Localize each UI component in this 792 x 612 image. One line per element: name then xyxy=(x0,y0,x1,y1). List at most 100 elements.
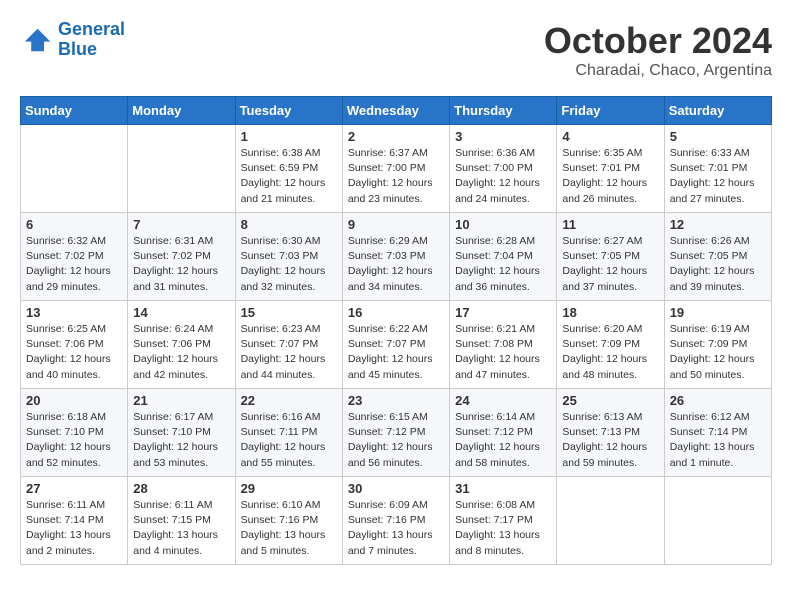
day-info: Sunrise: 6:11 AM Sunset: 7:14 PM Dayligh… xyxy=(26,498,122,559)
logo-line1: General xyxy=(58,19,125,39)
day-number: 12 xyxy=(670,217,766,232)
day-info: Sunrise: 6:18 AM Sunset: 7:10 PM Dayligh… xyxy=(26,410,122,471)
day-info: Sunrise: 6:08 AM Sunset: 7:17 PM Dayligh… xyxy=(455,498,551,559)
day-number: 11 xyxy=(562,217,658,232)
day-info: Sunrise: 6:30 AM Sunset: 7:03 PM Dayligh… xyxy=(241,234,337,295)
week-row-2: 13 Sunrise: 6:25 AM Sunset: 7:06 PM Dayli… xyxy=(21,301,772,389)
calendar-cell: 10 Sunrise: 6:28 AM Sunset: 7:04 PM Dayli… xyxy=(450,213,557,301)
calendar-cell: 21 Sunrise: 6:17 AM Sunset: 7:10 PM Dayli… xyxy=(128,389,235,477)
day-number: 4 xyxy=(562,129,658,144)
day-info: Sunrise: 6:20 AM Sunset: 7:09 PM Dayligh… xyxy=(562,322,658,383)
day-info: Sunrise: 6:24 AM Sunset: 7:06 PM Dayligh… xyxy=(133,322,229,383)
week-row-1: 6 Sunrise: 6:32 AM Sunset: 7:02 PM Daylig… xyxy=(21,213,772,301)
calendar-table: SundayMondayTuesdayWednesdayThursdayFrid… xyxy=(20,96,772,565)
day-number: 25 xyxy=(562,393,658,408)
week-row-4: 27 Sunrise: 6:11 AM Sunset: 7:14 PM Dayli… xyxy=(21,477,772,565)
calendar-cell xyxy=(557,477,664,565)
day-info: Sunrise: 6:19 AM Sunset: 7:09 PM Dayligh… xyxy=(670,322,766,383)
day-number: 18 xyxy=(562,305,658,320)
calendar-body: 1 Sunrise: 6:38 AM Sunset: 6:59 PM Daylig… xyxy=(21,125,772,565)
day-number: 6 xyxy=(26,217,122,232)
calendar-cell: 19 Sunrise: 6:19 AM Sunset: 7:09 PM Dayli… xyxy=(664,301,771,389)
week-row-0: 1 Sunrise: 6:38 AM Sunset: 6:59 PM Daylig… xyxy=(21,125,772,213)
calendar-cell: 31 Sunrise: 6:08 AM Sunset: 7:17 PM Dayli… xyxy=(450,477,557,565)
day-info: Sunrise: 6:25 AM Sunset: 7:06 PM Dayligh… xyxy=(26,322,122,383)
month-title: October 2024 xyxy=(544,20,772,62)
week-row-3: 20 Sunrise: 6:18 AM Sunset: 7:10 PM Dayli… xyxy=(21,389,772,477)
header-day-friday: Friday xyxy=(557,97,664,125)
calendar-cell: 14Sunrise: 6:24 AM Sunset: 7:06 PM Dayli… xyxy=(128,301,235,389)
location-subtitle: Charadai, Chaco, Argentina xyxy=(544,62,772,80)
logo-icon xyxy=(20,24,52,56)
day-number: 7 xyxy=(133,217,229,232)
day-info: Sunrise: 6:26 AM Sunset: 7:05 PM Dayligh… xyxy=(670,234,766,295)
day-number: 5 xyxy=(670,129,766,144)
calendar-cell: 17 Sunrise: 6:21 AM Sunset: 7:08 PM Dayli… xyxy=(450,301,557,389)
calendar-cell: 27 Sunrise: 6:11 AM Sunset: 7:14 PM Dayli… xyxy=(21,477,128,565)
calendar-cell: 7 Sunrise: 6:31 AM Sunset: 7:02 PM Daylig… xyxy=(128,213,235,301)
calendar-cell: 1 Sunrise: 6:38 AM Sunset: 6:59 PM Daylig… xyxy=(235,125,342,213)
day-info: Sunrise: 6:33 AM Sunset: 7:01 PM Dayligh… xyxy=(670,146,766,207)
day-number: 30 xyxy=(348,481,444,496)
calendar-cell: 16Sunrise: 6:22 AM Sunset: 7:07 PM Dayli… xyxy=(342,301,449,389)
day-number: 2 xyxy=(348,129,444,144)
calendar-cell: 25 Sunrise: 6:13 AM Sunset: 7:13 PM Dayli… xyxy=(557,389,664,477)
calendar-cell: 9 Sunrise: 6:29 AM Sunset: 7:03 PM Daylig… xyxy=(342,213,449,301)
day-info: Sunrise: 6:17 AM Sunset: 7:10 PM Dayligh… xyxy=(133,410,229,471)
calendar-cell: 22Sunrise: 6:16 AM Sunset: 7:11 PM Dayli… xyxy=(235,389,342,477)
day-number: 13 xyxy=(26,305,122,320)
header-day-tuesday: Tuesday xyxy=(235,97,342,125)
calendar-cell: 20 Sunrise: 6:18 AM Sunset: 7:10 PM Dayli… xyxy=(21,389,128,477)
day-info: Sunrise: 6:29 AM Sunset: 7:03 PM Dayligh… xyxy=(348,234,444,295)
day-info: Sunrise: 6:31 AM Sunset: 7:02 PM Dayligh… xyxy=(133,234,229,295)
header-day-sunday: Sunday xyxy=(21,97,128,125)
day-number: 19 xyxy=(670,305,766,320)
header-day-saturday: Saturday xyxy=(664,97,771,125)
header-day-thursday: Thursday xyxy=(450,97,557,125)
day-number: 24 xyxy=(455,393,551,408)
day-info: Sunrise: 6:38 AM Sunset: 6:59 PM Dayligh… xyxy=(241,146,337,207)
calendar-cell: 4Sunrise: 6:35 AM Sunset: 7:01 PM Daylig… xyxy=(557,125,664,213)
calendar-cell xyxy=(664,477,771,565)
calendar-cell: 15 Sunrise: 6:23 AM Sunset: 7:07 PM Dayli… xyxy=(235,301,342,389)
calendar-cell: 3Sunrise: 6:36 AM Sunset: 7:00 PM Daylig… xyxy=(450,125,557,213)
calendar-cell: 13 Sunrise: 6:25 AM Sunset: 7:06 PM Dayli… xyxy=(21,301,128,389)
day-number: 21 xyxy=(133,393,229,408)
day-info: Sunrise: 6:36 AM Sunset: 7:00 PM Dayligh… xyxy=(455,146,551,207)
calendar-cell: 12 Sunrise: 6:26 AM Sunset: 7:05 PM Dayli… xyxy=(664,213,771,301)
logo-line2: Blue xyxy=(58,39,97,59)
day-info: Sunrise: 6:28 AM Sunset: 7:04 PM Dayligh… xyxy=(455,234,551,295)
calendar-cell xyxy=(21,125,128,213)
day-number: 15 xyxy=(241,305,337,320)
calendar-cell: 2Sunrise: 6:37 AM Sunset: 7:00 PM Daylig… xyxy=(342,125,449,213)
day-info: Sunrise: 6:13 AM Sunset: 7:13 PM Dayligh… xyxy=(562,410,658,471)
logo: General Blue xyxy=(20,20,125,60)
day-number: 29 xyxy=(241,481,337,496)
day-number: 27 xyxy=(26,481,122,496)
day-number: 20 xyxy=(26,393,122,408)
calendar-header: SundayMondayTuesdayWednesdayThursdayFrid… xyxy=(21,97,772,125)
day-info: Sunrise: 6:11 AM Sunset: 7:15 PM Dayligh… xyxy=(133,498,229,559)
page-header: General Blue October 2024 Charadai, Chac… xyxy=(20,20,772,80)
calendar-cell: 29Sunrise: 6:10 AM Sunset: 7:16 PM Dayli… xyxy=(235,477,342,565)
header-day-wednesday: Wednesday xyxy=(342,97,449,125)
calendar-cell: 11Sunrise: 6:27 AM Sunset: 7:05 PM Dayli… xyxy=(557,213,664,301)
day-info: Sunrise: 6:16 AM Sunset: 7:11 PM Dayligh… xyxy=(241,410,337,471)
day-number: 10 xyxy=(455,217,551,232)
day-number: 1 xyxy=(241,129,337,144)
calendar-cell: 6 Sunrise: 6:32 AM Sunset: 7:02 PM Daylig… xyxy=(21,213,128,301)
day-info: Sunrise: 6:23 AM Sunset: 7:07 PM Dayligh… xyxy=(241,322,337,383)
calendar-cell: 8Sunrise: 6:30 AM Sunset: 7:03 PM Daylig… xyxy=(235,213,342,301)
day-info: Sunrise: 6:12 AM Sunset: 7:14 PM Dayligh… xyxy=(670,410,766,471)
day-number: 17 xyxy=(455,305,551,320)
title-block: October 2024 Charadai, Chaco, Argentina xyxy=(544,20,772,80)
day-number: 9 xyxy=(348,217,444,232)
day-info: Sunrise: 6:21 AM Sunset: 7:08 PM Dayligh… xyxy=(455,322,551,383)
calendar-cell: 26 Sunrise: 6:12 AM Sunset: 7:14 PM Dayli… xyxy=(664,389,771,477)
day-number: 31 xyxy=(455,481,551,496)
day-info: Sunrise: 6:32 AM Sunset: 7:02 PM Dayligh… xyxy=(26,234,122,295)
calendar-cell: 18 Sunrise: 6:20 AM Sunset: 7:09 PM Dayli… xyxy=(557,301,664,389)
day-number: 26 xyxy=(670,393,766,408)
calendar-cell: 24Sunrise: 6:14 AM Sunset: 7:12 PM Dayli… xyxy=(450,389,557,477)
header-row: SundayMondayTuesdayWednesdayThursdayFrid… xyxy=(21,97,772,125)
